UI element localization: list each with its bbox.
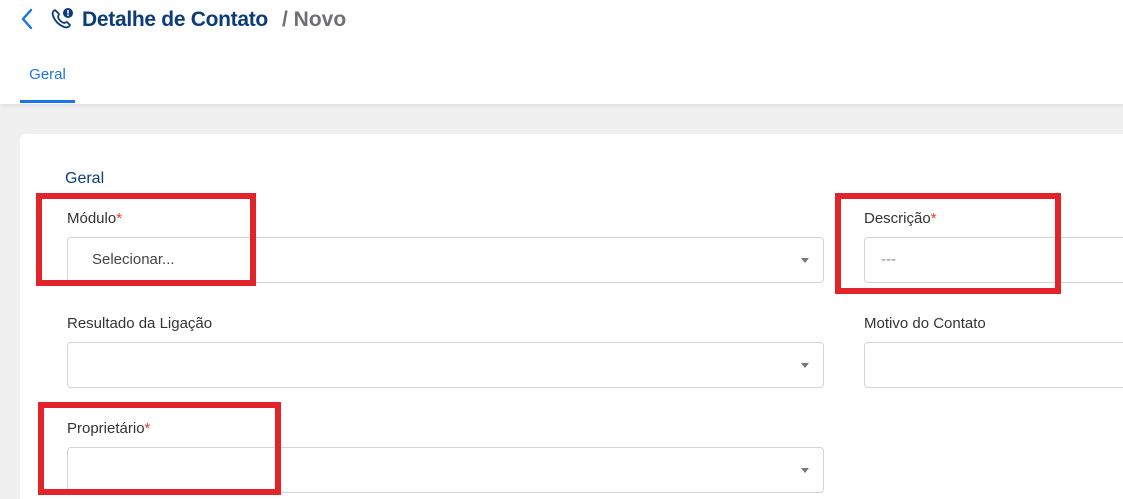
section-title: Geral (65, 170, 105, 187)
annotation-box-modulo (36, 193, 256, 286)
resultado-select[interactable] (67, 342, 824, 388)
resultado-caret-icon (801, 363, 809, 368)
tab-geral-label: Geral (29, 66, 66, 83)
motivo-input[interactable] (864, 342, 1123, 388)
page-header: Detalhe de Contato / Novo Geral (0, 0, 1123, 104)
page-subtitle: / Novo (282, 8, 347, 31)
tab-active-indicator (20, 100, 75, 103)
motivo-label: Motivo do Contato (864, 315, 986, 332)
page-title: Detalhe de Contato (82, 8, 268, 31)
annotation-box-proprietario (38, 402, 281, 495)
back-button[interactable] (14, 4, 40, 34)
chevron-left-icon (21, 8, 33, 30)
proprietario-caret-icon (801, 468, 809, 473)
phone-alert-icon (51, 8, 73, 29)
resultado-label: Resultado da Ligação (67, 315, 213, 332)
annotation-box-descricao (835, 193, 1061, 294)
modulo-caret-icon (801, 258, 809, 263)
tab-geral[interactable]: Geral (20, 66, 75, 104)
